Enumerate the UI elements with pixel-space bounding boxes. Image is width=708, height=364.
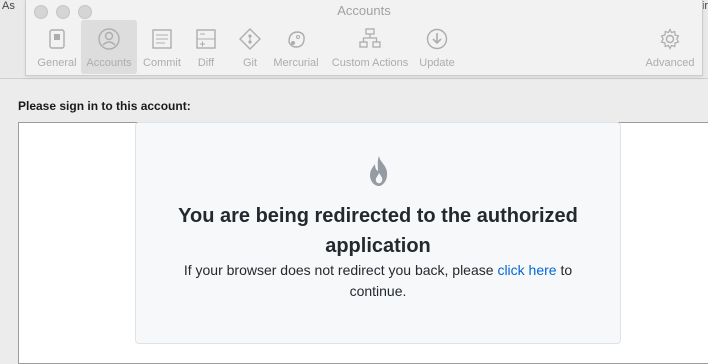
accounts-icon (96, 26, 122, 52)
tab-label: Advanced (645, 57, 695, 69)
commit-icon (149, 26, 175, 52)
tab-label: Mercurial (273, 57, 319, 69)
window-title: Accounts (337, 3, 391, 18)
redirect-card: You are being redirected to the authoriz… (135, 122, 621, 344)
tab-label: Diff (197, 57, 215, 69)
tab-update[interactable]: Update (417, 20, 457, 74)
signin-prompt: Please sign in to this account: (18, 99, 191, 113)
background-window-fragment-left: As (2, 0, 15, 12)
mercurial-icon (283, 26, 309, 52)
tab-label: Update (419, 57, 455, 69)
preferences-toolbar: General Accounts Commit Diff Git Mercuri… (31, 20, 697, 74)
tab-advanced[interactable]: Advanced (643, 20, 697, 74)
update-icon (424, 26, 450, 52)
tab-general[interactable]: General (33, 20, 81, 74)
tab-label: Accounts (86, 57, 132, 69)
general-icon (44, 26, 70, 52)
tab-accounts[interactable]: Accounts (81, 20, 137, 74)
click-here-link[interactable]: click here (497, 262, 556, 278)
tab-label: Git (242, 57, 258, 69)
redirect-message: If your browser does not redirect you ba… (136, 260, 620, 302)
tab-commit[interactable]: Commit (140, 20, 184, 74)
custom-actions-icon (357, 26, 383, 52)
diff-icon (193, 26, 219, 52)
tab-label: Custom Actions (331, 57, 409, 69)
redirect-heading: You are being redirected to the authoriz… (178, 205, 578, 257)
preferences-window: Accounts General Accounts Commit Diff Gi… (25, 0, 703, 76)
git-icon (237, 26, 263, 52)
tab-mercurial[interactable]: Mercurial (269, 20, 323, 74)
tab-diff[interactable]: Diff (191, 20, 221, 74)
tab-label: Commit (143, 57, 181, 69)
advanced-icon (657, 26, 683, 52)
tab-git[interactable]: Git (235, 20, 265, 74)
tab-custom-actions[interactable]: Custom Actions (327, 20, 413, 74)
flame-icon (366, 155, 392, 187)
tab-label: General (37, 57, 77, 69)
redirect-text-before: If your browser does not redirect you ba… (183, 262, 498, 278)
